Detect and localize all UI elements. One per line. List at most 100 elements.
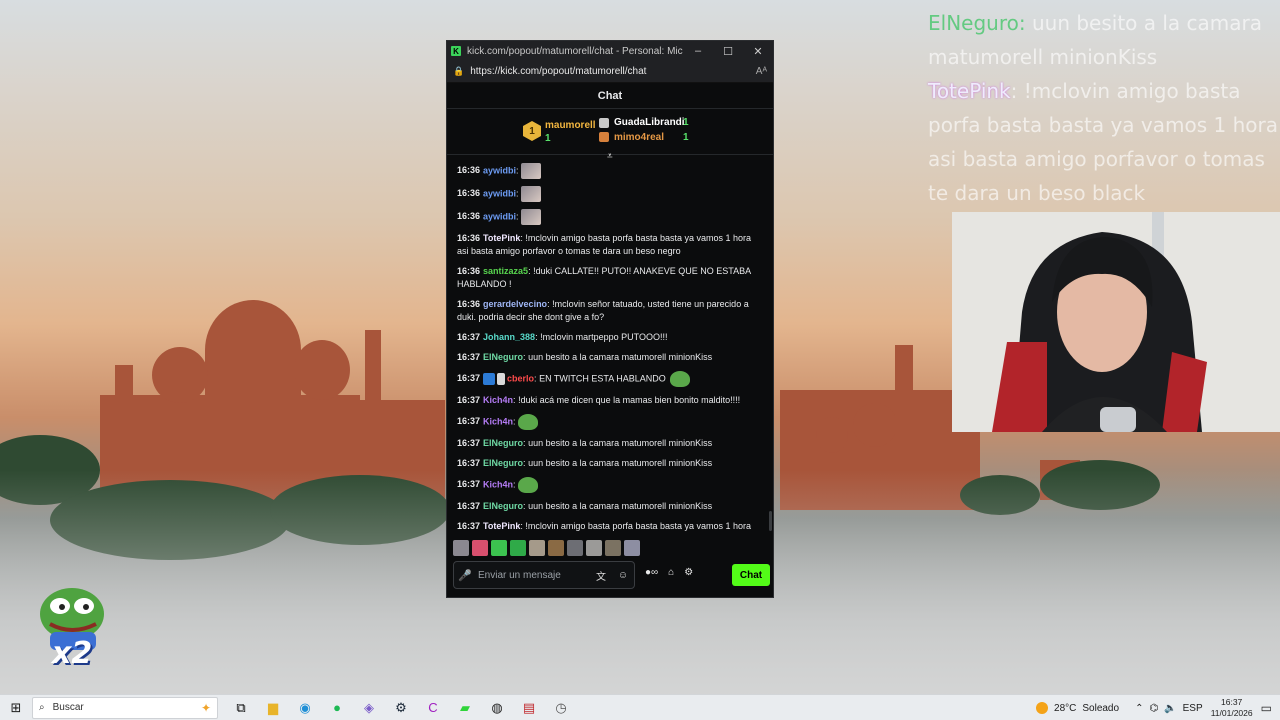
search-icon: ⌕ (39, 702, 45, 713)
chevron-up-icon[interactable]: ⌃ (1135, 703, 1143, 714)
message-time: 16:36 (457, 233, 481, 243)
emoji-icon[interactable]: ☺ (612, 570, 634, 581)
weather-text: Soleado (1082, 702, 1120, 714)
message-username[interactable]: TotePink (483, 521, 520, 531)
kicks-infinity-icon[interactable]: ●∞ (645, 567, 658, 578)
chat-scrollbar[interactable] (769, 511, 772, 531)
translate-icon[interactable]: 文 (590, 568, 612, 583)
window-title: kick.com/popout/matumorell/chat - Person… (467, 45, 683, 57)
chat-message: 16:36 santizaza5: !duki CALLATE!! PUTO!! … (457, 265, 763, 291)
clock-app-icon[interactable]: ◷ (550, 697, 572, 719)
cursor-app-icon[interactable]: C (422, 697, 444, 719)
message-username[interactable]: gerardelvecino (483, 299, 547, 309)
taskbar-search[interactable]: ⌕ Buscar ✦ (32, 696, 218, 719)
message-username[interactable]: Kich4n (483, 416, 513, 426)
language-indicator[interactable]: ESP (1183, 703, 1203, 714)
leader-second-count: 1 (683, 117, 689, 128)
message-username[interactable]: ElNeguro (483, 458, 523, 468)
recent-emote[interactable] (453, 540, 469, 556)
message-input-box: 🎤 文 ☺ (453, 561, 635, 589)
message-input[interactable] (476, 569, 590, 581)
overlay-chat-line: TotePink: !mclovin amigo basta porfa bas… (928, 79, 1278, 205)
weather-widget[interactable]: 28°C Soleado (1036, 702, 1119, 714)
close-button[interactable]: ✕ (743, 45, 773, 58)
message-username[interactable]: aywidbi (483, 165, 516, 175)
message-time: 16:36 (457, 165, 481, 176)
message-username[interactable]: santizaza5 (483, 266, 528, 276)
face-emote-icon (521, 163, 542, 179)
settings-gear-icon[interactable]: ⚙ (684, 567, 693, 578)
leader-second-name[interactable]: GuadaLibrandi (614, 117, 685, 128)
window-titlebar[interactable]: K kick.com/popout/matumorell/chat - Pers… (447, 41, 773, 61)
message-username[interactable]: TotePink (483, 233, 520, 243)
leader-third-count: 1 (683, 132, 689, 143)
message-text: uun besito a la camara matumorell minion… (528, 438, 713, 448)
rank-one-badge: 1 (523, 121, 541, 141)
message-username[interactable]: cberlo (507, 373, 534, 383)
collapse-leaderboard-icon[interactable]: ⩡ (607, 151, 613, 162)
taskbar-clock[interactable]: 16:37 11/01/2026 (1209, 697, 1255, 719)
message-username[interactable]: Kich4n (483, 395, 513, 405)
recent-emote[interactable] (510, 540, 526, 556)
recent-emotes-strip (453, 540, 640, 556)
message-username[interactable]: ElNeguro (483, 352, 523, 362)
message-time: 16:36 (457, 266, 481, 276)
recent-emote[interactable] (529, 540, 545, 556)
maximize-button[interactable]: ☐ (713, 45, 743, 58)
kick-favicon-icon: K (451, 46, 461, 56)
volume-icon[interactable]: 🔈 (1164, 703, 1176, 714)
message-username[interactable]: aywidbi (483, 211, 516, 221)
leader-first-name[interactable]: maumorell (545, 120, 596, 131)
reader-mode-icon[interactable]: Aᴬ (756, 66, 767, 77)
recent-emote[interactable] (624, 540, 640, 556)
silver-rank-icon (599, 118, 609, 128)
discord-icon[interactable]: ◈ (358, 697, 380, 719)
recent-emote[interactable] (491, 540, 507, 556)
microphone-icon[interactable]: 🎤 (454, 569, 476, 582)
steam-icon[interactable]: ⚙ (390, 697, 412, 719)
leader-third-name[interactable]: mimo4real (614, 132, 664, 143)
leader-first-count: 1 (545, 133, 551, 144)
windows-start-icon[interactable]: ⊞ (0, 700, 32, 716)
recent-emote[interactable] (567, 540, 583, 556)
multiplier-label: x2 (52, 636, 93, 671)
send-chat-button[interactable]: Chat (732, 564, 770, 586)
overlay-chat-user: ElNeguro (928, 11, 1019, 35)
face-emote-icon (521, 186, 542, 202)
recent-emote[interactable] (586, 540, 602, 556)
recent-emote[interactable] (605, 540, 621, 556)
edge-browser-icon[interactable]: ◉ (294, 697, 316, 719)
chat-message: 16:37 Kich4n: !duki acá me dicen que la m… (457, 394, 763, 407)
obs-icon[interactable]: ◍ (486, 697, 508, 719)
chat-message: 16:36 aywidbi: (457, 163, 763, 179)
chat-messages-list[interactable]: 16:36 aywidbi: 16:36 aywidbi: 16:36 aywidbi… (457, 163, 763, 533)
message-time: 16:37 (457, 501, 481, 511)
network-icon[interactable]: ⌬ (1149, 703, 1158, 714)
message-username[interactable]: Johann_388 (483, 332, 535, 342)
message-username[interactable]: ElNeguro (483, 501, 523, 511)
frog-emote-icon (518, 477, 539, 493)
spotify-icon[interactable]: ● (326, 697, 348, 719)
message-username[interactable]: aywidbi (483, 188, 516, 198)
chat-message: 16:37 ElNeguro: uun besito a la camara ma… (457, 437, 763, 450)
system-tray: 28°C Soleado ⌃ ⌬ 🔈 ESP 16:37 11/01/2026 … (1036, 695, 1280, 720)
message-username[interactable]: ElNeguro (483, 438, 523, 448)
recent-emote[interactable] (548, 540, 564, 556)
message-time: 16:36 (457, 299, 481, 309)
notifications-icon[interactable]: ▭ (1261, 701, 1272, 715)
message-time: 16:37 (457, 373, 481, 384)
task-view-icon[interactable]: ⧉ (230, 697, 252, 719)
minimize-button[interactable]: – (683, 45, 713, 57)
store-icon[interactable]: ⌂ (668, 567, 674, 578)
frog-emote-icon (669, 371, 690, 387)
recent-emote[interactable] (472, 540, 488, 556)
message-username[interactable]: Kich4n (483, 479, 513, 489)
address-bar[interactable]: 🔒 https://kick.com/popout/matumorell/cha… (447, 61, 773, 83)
file-explorer-icon[interactable]: ▆ (262, 697, 284, 719)
sun-icon (1036, 702, 1049, 714)
stream-app-icon[interactable]: ▤ (518, 697, 540, 719)
kick-app-icon[interactable]: ▰ (454, 697, 476, 719)
windows-taskbar: ⊞ ⌕ Buscar ✦ ⧉ ▆ ◉ ● ◈ ⚙ C ▰ ◍ ▤ ◷ 28°C … (0, 694, 1280, 720)
message-time: 16:37 (457, 458, 481, 468)
clock-time: 16:37 (1221, 697, 1243, 707)
